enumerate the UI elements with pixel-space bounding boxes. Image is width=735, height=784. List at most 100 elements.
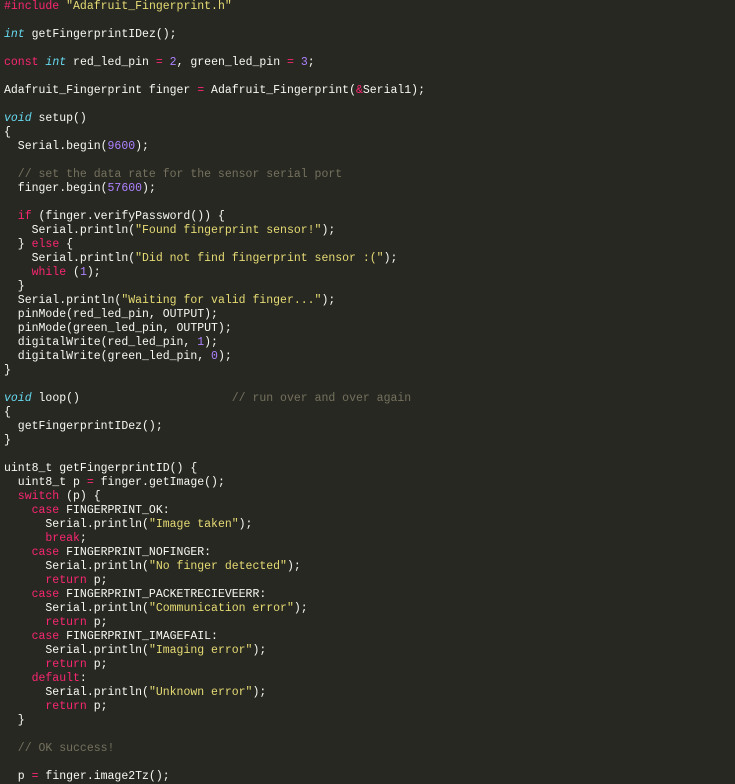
code-text-token: ); xyxy=(142,182,156,195)
keyword-token: case xyxy=(4,588,60,601)
code-line[interactable]: digitalWrite(green_led_pin, 0); xyxy=(4,350,232,364)
code-text-token: getFingerprintIDez(); xyxy=(24,28,177,41)
code-line[interactable]: pinMode(green_led_pin, OUTPUT); xyxy=(4,322,232,336)
code-line[interactable]: // set the data rate for the sensor seri… xyxy=(4,168,342,182)
code-line[interactable]: Serial.println("Image taken"); xyxy=(4,518,252,532)
type-token: int xyxy=(4,28,25,41)
code-line[interactable]: Adafruit_Fingerprint finger = Adafruit_F… xyxy=(4,84,425,98)
code-line[interactable]: Serial.println("No finger detected"); xyxy=(4,560,300,574)
code-line[interactable]: while (1); xyxy=(4,266,101,280)
code-line[interactable]: return p; xyxy=(4,574,107,588)
code-line[interactable]: case FINGERPRINT_IMAGEFAIL: xyxy=(4,630,218,644)
code-line[interactable]: pinMode(red_led_pin, OUTPUT); xyxy=(4,308,218,322)
string-token: "Waiting for valid finger..." xyxy=(121,294,322,307)
type-token: void xyxy=(4,112,32,125)
code-line[interactable]: void loop() // run over and over again xyxy=(4,392,411,406)
code-line[interactable]: Serial.println("Waiting for valid finger… xyxy=(4,294,335,308)
code-text-token: p; xyxy=(86,616,108,629)
code-text-token: finger.begin( xyxy=(4,182,108,195)
code-text-token: uint8_t p xyxy=(4,476,87,489)
code-line[interactable]: Serial.println("Imaging error"); xyxy=(4,644,266,658)
code-line[interactable]: digitalWrite(red_led_pin, 1); xyxy=(4,336,218,350)
number-token: 1 xyxy=(79,266,87,279)
code-line[interactable]: if (finger.verifyPassword()) { xyxy=(4,210,225,224)
keyword-token: break xyxy=(4,532,80,545)
code-line[interactable]: getFingerprintIDez(); xyxy=(4,420,163,434)
string-token: "No finger detected" xyxy=(148,560,287,573)
code-text-token: , green_led_pin xyxy=(176,56,287,69)
code-line[interactable]: } xyxy=(4,364,11,378)
string-token: "Unknown error" xyxy=(148,686,253,699)
code-text-token: Serial.println( xyxy=(4,252,136,265)
code-line[interactable]: case FINGERPRINT_OK: xyxy=(4,504,170,518)
code-line[interactable]: switch (p) { xyxy=(4,490,101,504)
code-text-token: setup() xyxy=(31,112,87,125)
code-line[interactable]: int getFingerprintIDez(); xyxy=(4,28,177,42)
string-token: "Found fingerprint sensor!" xyxy=(135,224,322,237)
code-line[interactable]: return p; xyxy=(4,658,108,672)
code-text-token: ); xyxy=(86,266,101,279)
code-line[interactable]: break; xyxy=(4,532,87,546)
code-text-token: ); xyxy=(383,252,398,265)
code-line[interactable]: finger.begin(57600); xyxy=(4,182,156,196)
string-token: "Communication error" xyxy=(148,602,294,615)
keyword-token: = xyxy=(287,56,294,69)
keyword-token: return xyxy=(4,700,87,713)
code-line[interactable]: } else { xyxy=(4,238,73,252)
code-line[interactable]: Serial.println("Found fingerprint sensor… xyxy=(4,224,336,238)
code-text-token: ); xyxy=(135,140,149,153)
code-text-token: p; xyxy=(86,658,108,671)
code-line[interactable]: case FINGERPRINT_PACKETRECIEVEERR: xyxy=(4,588,267,602)
code-text-token: { xyxy=(59,238,74,251)
number-token: 3 xyxy=(300,56,308,69)
code-line[interactable]: return p; xyxy=(4,700,108,714)
code-line[interactable]: { xyxy=(4,126,11,140)
code-line[interactable]: #include "Adafruit_Fingerprint.h" xyxy=(4,0,232,14)
code-line[interactable]: void setup() xyxy=(4,112,87,126)
code-line[interactable]: } xyxy=(4,434,11,448)
number-token: 0 xyxy=(211,350,218,363)
code-text-token: } xyxy=(4,238,32,251)
keyword-token: = xyxy=(86,476,94,489)
code-text-token: { xyxy=(4,126,11,139)
code-line[interactable]: uint8_t p = finger.getImage(); xyxy=(4,476,225,490)
code-line[interactable]: case FINGERPRINT_NOFINGER: xyxy=(4,546,211,560)
code-line[interactable]: return p; xyxy=(4,616,108,630)
code-line[interactable]: } xyxy=(4,280,25,294)
code-editor[interactable]: #include "Adafruit_Fingerprint.h"int get… xyxy=(0,0,735,783)
code-text-token: Serial.println( xyxy=(4,686,149,699)
code-line[interactable]: // OK success! xyxy=(4,742,115,756)
code-text-token: Serial.println( xyxy=(4,224,136,237)
code-line[interactable]: } xyxy=(4,714,25,728)
string-token: "Image taken" xyxy=(148,518,239,531)
code-line[interactable]: const int red_led_pin = 2, green_led_pin… xyxy=(4,56,315,70)
code-line[interactable]: Serial.println("Unknown error"); xyxy=(4,686,266,700)
code-line[interactable]: { xyxy=(4,406,11,420)
code-text-token: loop() xyxy=(31,392,232,405)
code-text-token: ); xyxy=(293,602,308,615)
code-text-token: (p) { xyxy=(59,490,101,503)
code-text-token: } xyxy=(4,280,25,293)
keyword-token: & xyxy=(355,84,363,97)
code-line[interactable]: Serial.println("Communication error"); xyxy=(4,602,308,616)
keyword-token: while xyxy=(4,266,67,279)
code-line[interactable]: Serial.println("Did not find fingerprint… xyxy=(4,252,398,266)
code-line[interactable]: uint8_t getFingerprintID() { xyxy=(4,462,197,476)
code-text-token: Adafruit_Fingerprint( xyxy=(204,84,356,97)
code-line[interactable]: default: xyxy=(4,672,87,686)
code-text-token: ; xyxy=(79,532,87,545)
comment-token: // set the data rate for the sensor seri… xyxy=(4,168,343,181)
type-token: void xyxy=(4,392,32,405)
code-text-token: p; xyxy=(86,700,108,713)
code-line[interactable]: Serial.begin(9600); xyxy=(4,140,149,154)
code-text-token: getFingerprintIDez(); xyxy=(4,420,163,433)
code-text-token: ); xyxy=(252,644,267,657)
code-text-token: ); xyxy=(321,294,336,307)
code-text-token: Serial.println( xyxy=(4,602,149,615)
code-text-token: Serial.println( xyxy=(4,560,149,573)
string-token: "Adafruit_Fingerprint.h" xyxy=(66,0,232,13)
code-text-token: Adafruit_Fingerprint finger xyxy=(4,84,198,97)
comment-token: // run over and over again xyxy=(231,392,412,405)
code-text-token: finger.getImage(); xyxy=(93,476,225,489)
